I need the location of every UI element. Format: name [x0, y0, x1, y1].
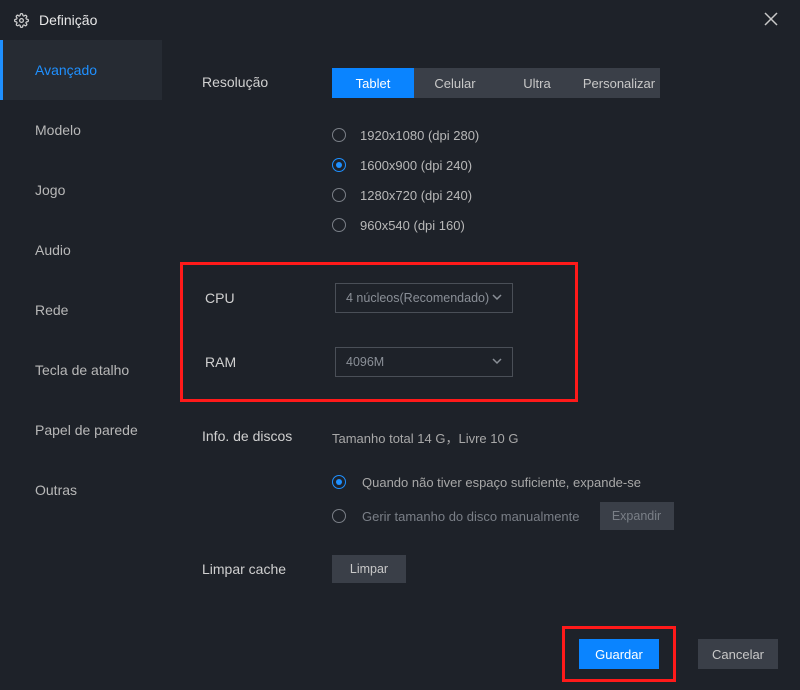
sidebar-item-wallpaper[interactable]: Papel de parede — [0, 400, 162, 460]
sidebar-item-label: Audio — [35, 242, 71, 258]
sidebar: Avançado Modelo Jogo Audio Rede Tecla de… — [0, 40, 162, 618]
ram-row: RAM 4096M — [205, 347, 545, 377]
sidebar-item-hotkey[interactable]: Tecla de atalho — [0, 340, 162, 400]
resolution-option[interactable]: 1600x900 (dpi 240) — [332, 150, 770, 180]
resolution-tabs: Tablet Celular Ultra Personalizar — [332, 68, 770, 98]
select-value: 4096M — [346, 355, 384, 369]
ram-select[interactable]: 4096M — [335, 347, 513, 377]
sidebar-item-audio[interactable]: Audio — [0, 220, 162, 280]
tab-tablet[interactable]: Tablet — [332, 68, 414, 98]
disk-label: Info. de discos — [202, 422, 332, 444]
content-panel: Resolução Tablet Celular Ultra Personali… — [162, 40, 800, 618]
cache-row: Limpar cache Limpar — [202, 555, 770, 583]
disk-option[interactable]: Quando não tiver espaço suficiente, expa… — [332, 465, 770, 499]
sidebar-item-other[interactable]: Outras — [0, 460, 162, 520]
sidebar-item-advanced[interactable]: Avançado — [0, 40, 162, 100]
cpu-label: CPU — [205, 290, 335, 306]
option-label: 960x540 (dpi 160) — [360, 218, 465, 233]
option-label: 1600x900 (dpi 240) — [360, 158, 472, 173]
tab-mobile[interactable]: Celular — [414, 68, 496, 98]
cancel-button[interactable]: Cancelar — [698, 639, 778, 669]
disk-option[interactable]: Gerir tamanho do disco manualmente Expan… — [332, 499, 770, 533]
radio-icon — [332, 158, 346, 172]
expand-button[interactable]: Expandir — [600, 502, 674, 530]
radio-icon — [332, 128, 346, 142]
option-label: Quando não tiver espaço suficiente, expa… — [362, 475, 641, 490]
resolution-option[interactable]: 1920x1080 (dpi 280) — [332, 120, 770, 150]
sidebar-item-label: Papel de parede — [35, 422, 138, 438]
resolution-options: 1920x1080 (dpi 280) 1600x900 (dpi 240) 1… — [332, 120, 770, 240]
tab-custom[interactable]: Personalizar — [578, 68, 660, 98]
cache-label: Limpar cache — [202, 555, 332, 577]
cpu-select[interactable]: 4 núcleos(Recomendado) — [335, 283, 513, 313]
chevron-down-icon — [492, 291, 502, 305]
footer: Guardar Cancelar — [0, 618, 800, 690]
sidebar-item-label: Tecla de atalho — [35, 362, 129, 378]
resolution-label: Resolução — [202, 68, 332, 90]
chevron-down-icon — [492, 355, 502, 369]
sidebar-item-label: Rede — [35, 302, 68, 318]
option-label: 1920x1080 (dpi 280) — [360, 128, 479, 143]
save-highlight: Guardar — [562, 626, 676, 682]
resolution-option[interactable]: 960x540 (dpi 160) — [332, 210, 770, 240]
titlebar: Definição — [0, 0, 800, 40]
resolution-row: Resolução Tablet Celular Ultra Personali… — [202, 68, 770, 240]
radio-icon — [332, 475, 346, 489]
cpu-row: CPU 4 núcleos(Recomendado) — [205, 283, 545, 313]
disk-row: Info. de discos Tamanho total 14 G，Livre… — [202, 422, 770, 533]
tab-ultra[interactable]: Ultra — [496, 68, 578, 98]
save-button[interactable]: Guardar — [579, 639, 659, 669]
option-label: 1280x720 (dpi 240) — [360, 188, 472, 203]
settings-window: Definição Avançado Modelo Jogo Audio Red… — [0, 0, 800, 690]
window-title: Definição — [39, 12, 97, 28]
sidebar-item-network[interactable]: Rede — [0, 280, 162, 340]
gear-icon — [14, 13, 29, 28]
select-value: 4 núcleos(Recomendado) — [346, 291, 489, 305]
sidebar-item-label: Avançado — [35, 62, 97, 78]
cpu-ram-highlight: CPU 4 núcleos(Recomendado) RAM 4096M — [180, 262, 578, 402]
radio-icon — [332, 509, 346, 523]
resolution-option[interactable]: 1280x720 (dpi 240) — [332, 180, 770, 210]
option-label: Gerir tamanho do disco manualmente — [362, 509, 580, 524]
radio-icon — [332, 218, 346, 232]
sidebar-item-model[interactable]: Modelo — [0, 100, 162, 160]
clear-cache-button[interactable]: Limpar — [332, 555, 406, 583]
sidebar-item-label: Jogo — [35, 182, 65, 198]
close-icon — [764, 12, 778, 26]
radio-icon — [332, 188, 346, 202]
sidebar-item-game[interactable]: Jogo — [0, 160, 162, 220]
sidebar-item-label: Outras — [35, 482, 77, 498]
ram-label: RAM — [205, 354, 335, 370]
sidebar-item-label: Modelo — [35, 122, 81, 138]
close-button[interactable] — [756, 5, 786, 36]
disk-summary: Tamanho total 14 G，Livre 10 G — [332, 422, 770, 447]
